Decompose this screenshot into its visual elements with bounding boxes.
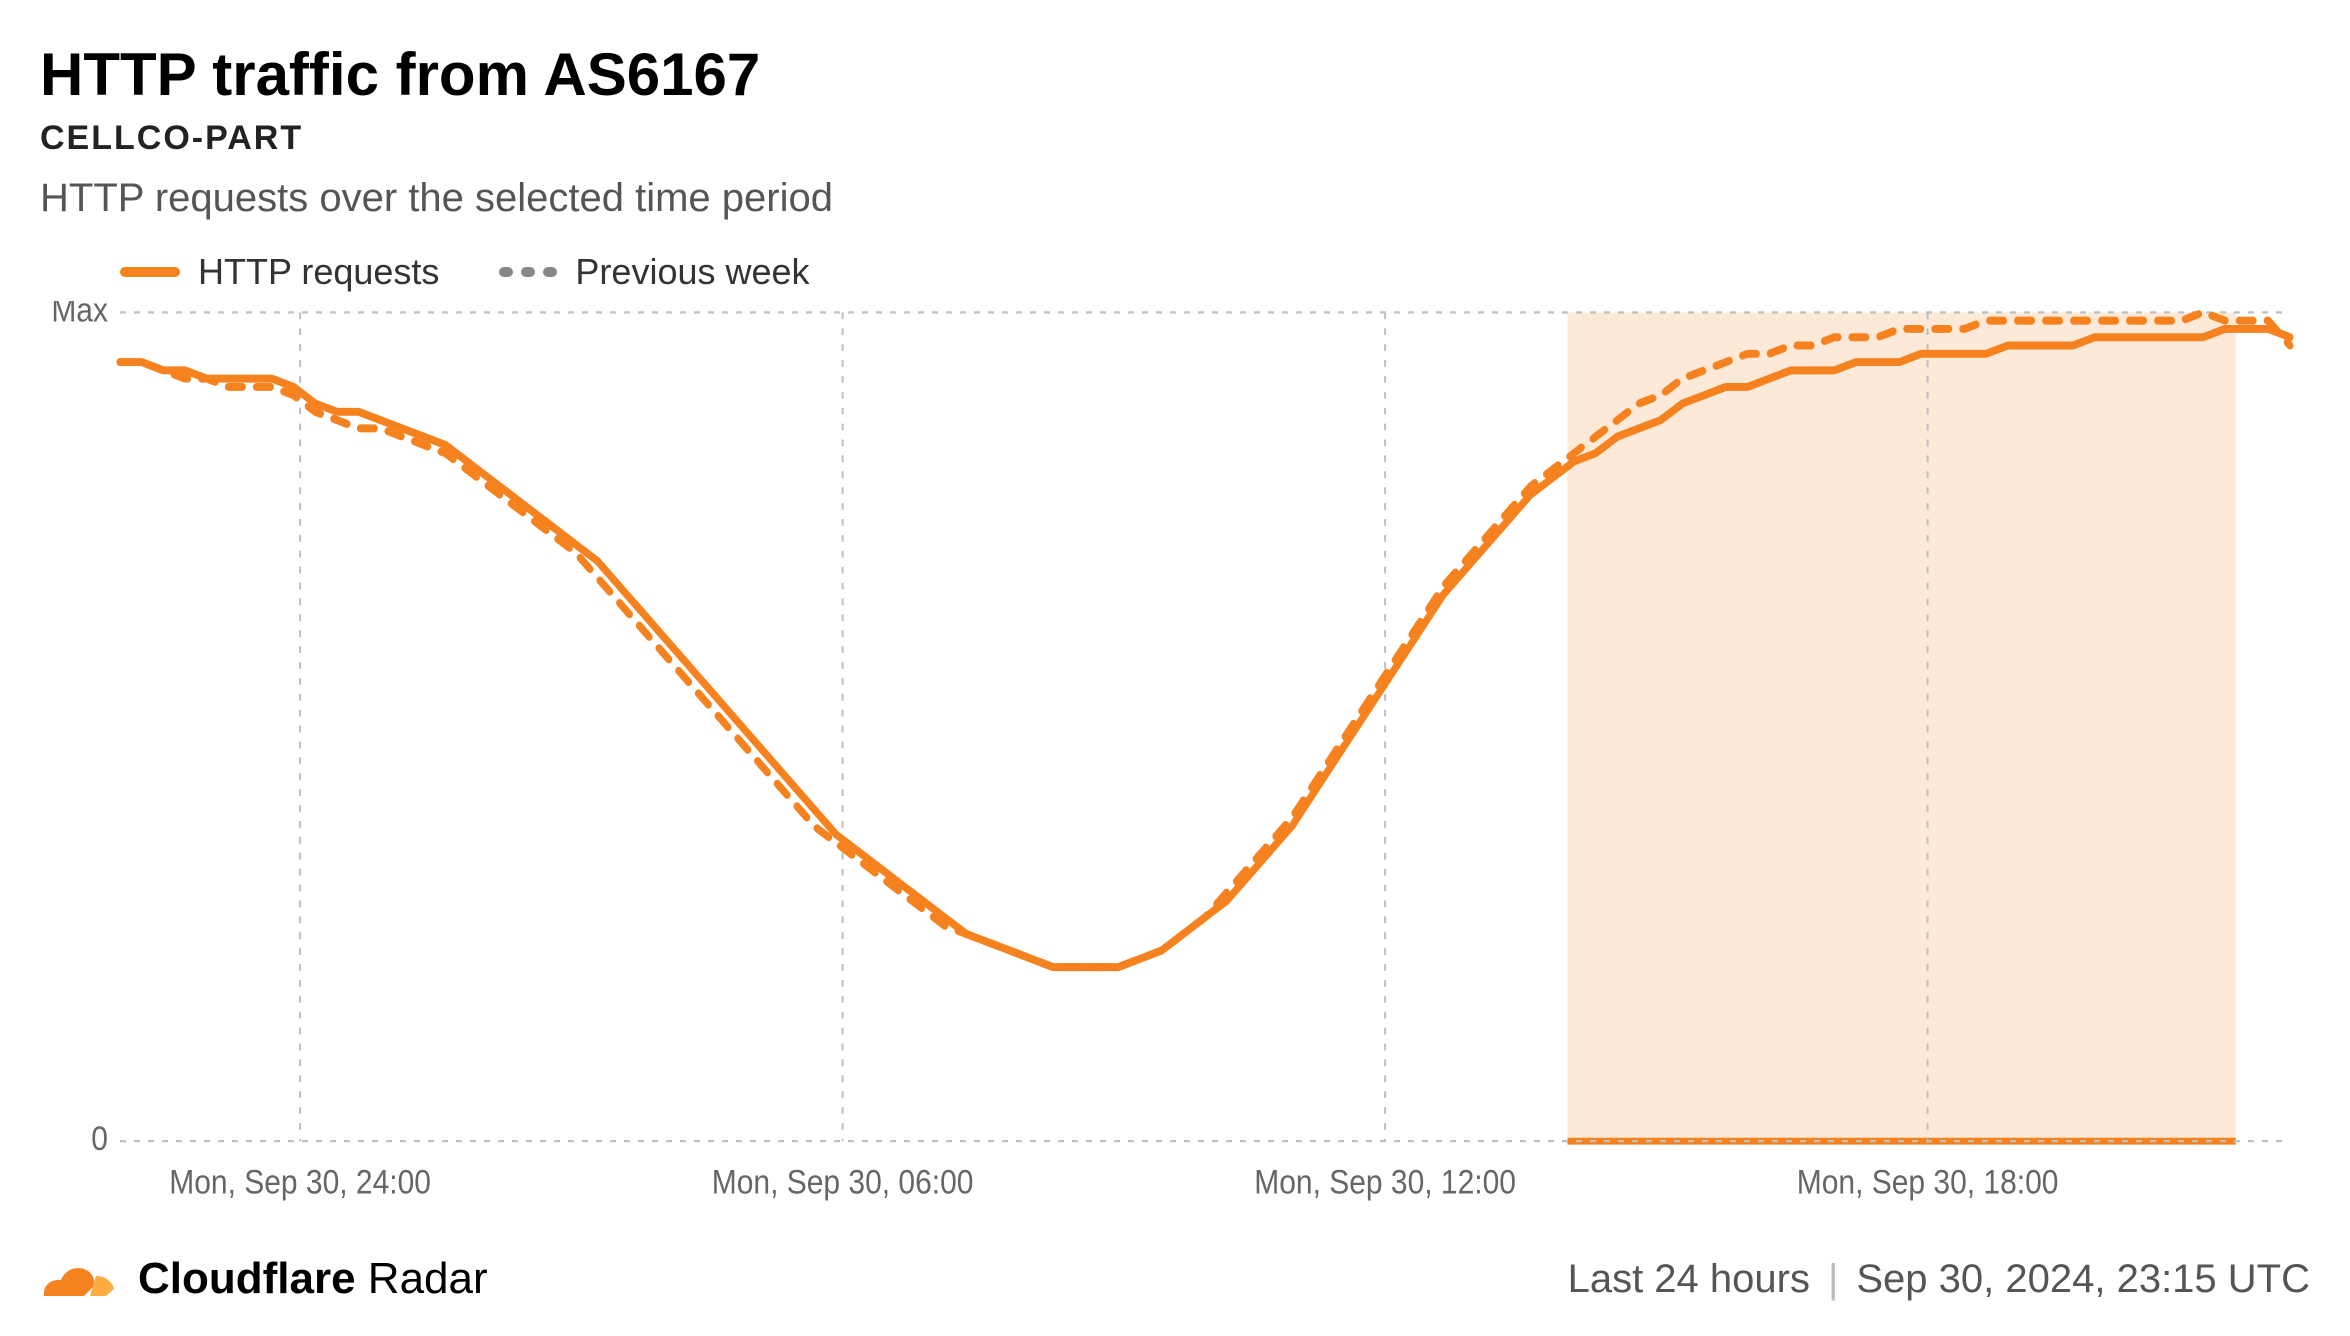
- brand-text: Cloudflare Radar: [138, 1254, 488, 1304]
- timestamp-label: Sep 30, 2024, 23:15 UTC: [1856, 1257, 2310, 1302]
- brand: Cloudflare Radar: [40, 1252, 488, 1306]
- svg-text:Mon, Sep 30, 18:00: Mon, Sep 30, 18:00: [1797, 1163, 2059, 1201]
- legend-item-http-requests: HTTP requests: [120, 251, 439, 293]
- svg-text:Max: Max: [51, 301, 108, 329]
- svg-text:Mon, Sep 30, 24:00: Mon, Sep 30, 24:00: [169, 1163, 431, 1201]
- legend-swatch-solid: [120, 267, 180, 277]
- legend-item-previous-week: Previous week: [499, 251, 809, 293]
- footer-meta: Last 24 hours | Sep 30, 2024, 23:15 UTC: [1568, 1257, 2310, 1302]
- svg-text:0: 0: [91, 1119, 108, 1157]
- svg-text:Mon, Sep 30, 06:00: Mon, Sep 30, 06:00: [712, 1163, 974, 1201]
- legend-swatch-dashed: [499, 267, 557, 277]
- line-chart: Max 0 Mon, Sep 30, 24:00 Mon, Sep 30, 06:00…: [40, 301, 2310, 1232]
- page-subtitle: CELLCO-PART: [40, 119, 2310, 158]
- time-range-label: Last 24 hours: [1568, 1257, 1810, 1302]
- svg-text:Mon, Sep 30, 12:00: Mon, Sep 30, 12:00: [1254, 1163, 1516, 1201]
- chart-legend: HTTP requests Previous week: [120, 251, 2310, 293]
- page-description: HTTP requests over the selected time per…: [40, 176, 2310, 221]
- chart-area: Max 0 Mon, Sep 30, 24:00 Mon, Sep 30, 06:00…: [40, 301, 2310, 1232]
- legend-label: Previous week: [575, 251, 809, 293]
- page-title: HTTP traffic from AS6167: [40, 40, 2310, 109]
- cloudflare-logo-icon: [40, 1252, 120, 1306]
- legend-label: HTTP requests: [198, 251, 439, 293]
- divider: |: [1828, 1257, 1838, 1302]
